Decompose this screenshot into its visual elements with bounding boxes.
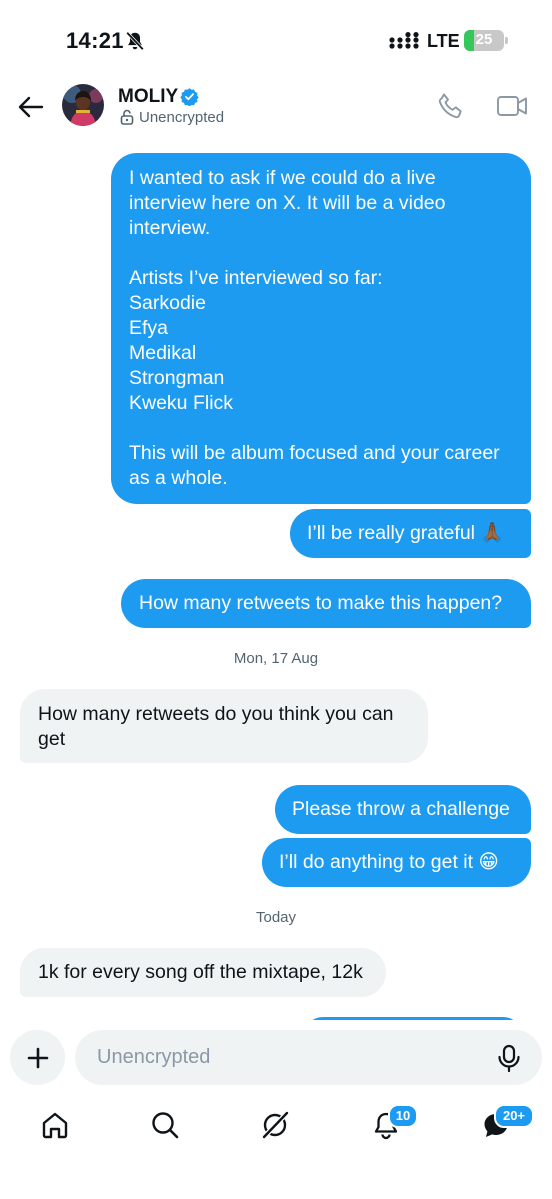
- avatar-image: [62, 84, 104, 126]
- messages-badge: 20+: [494, 1104, 534, 1128]
- encryption-status: Unencrypted: [139, 109, 225, 126]
- home-icon: [42, 1112, 68, 1139]
- message-bubble-outgoing[interactable]: I wanted to ask if we could do a live in…: [111, 153, 531, 504]
- message-input[interactable]: [75, 1030, 542, 1085]
- unlock-icon: [120, 109, 134, 125]
- search-icon: [152, 1112, 179, 1139]
- tab-home[interactable]: [38, 1108, 72, 1142]
- grok-icon: [262, 1111, 289, 1139]
- back-button[interactable]: [14, 90, 48, 124]
- add-attachment-button[interactable]: [10, 1030, 65, 1085]
- message-bubble-outgoing[interactable]: I’ll do anything to get it 😁: [262, 838, 531, 887]
- notifications-badge: 10: [388, 1104, 418, 1128]
- message-bubble-incoming[interactable]: 1k for every song off the mixtape, 12k: [20, 948, 386, 997]
- verified-badge-icon: [180, 88, 199, 106]
- battery-level: 25: [475, 31, 493, 48]
- date-separator: Today: [255, 909, 297, 926]
- message-bubble-outgoing[interactable]: Please throw a challenge: [275, 785, 531, 834]
- video-call-icon[interactable]: [496, 92, 528, 120]
- battery-icon: 25: [464, 30, 504, 51]
- plus-icon: [27, 1047, 48, 1068]
- contact-name[interactable]: MOLIY: [118, 86, 178, 108]
- cellular-signal-icon: [389, 32, 419, 49]
- bell-off-icon: [126, 31, 144, 51]
- battery-tip: [505, 37, 508, 44]
- microphone-icon[interactable]: [496, 1044, 522, 1072]
- tab-grok[interactable]: [258, 1108, 292, 1142]
- tab-search[interactable]: [148, 1108, 182, 1142]
- status-bar: 14:21 LTE 25: [0, 0, 552, 80]
- arrow-left-icon: [18, 96, 44, 118]
- date-separator: Mon, 17 Aug: [233, 650, 319, 667]
- conversation-header: MOLIY Unencrypted: [0, 80, 552, 138]
- avatar[interactable]: [62, 84, 104, 126]
- network-type: LTE: [427, 31, 460, 51]
- phone-call-icon[interactable]: [436, 91, 466, 121]
- message-bubble-outgoing[interactable]: I’ll be really grateful 🙏🏾: [290, 509, 531, 558]
- message-bubble-incoming[interactable]: How many retweets do you think you can g…: [20, 689, 428, 763]
- status-time: 14:21: [66, 28, 124, 53]
- message-bubble-outgoing[interactable]: How many retweets to make this happen?: [121, 579, 531, 628]
